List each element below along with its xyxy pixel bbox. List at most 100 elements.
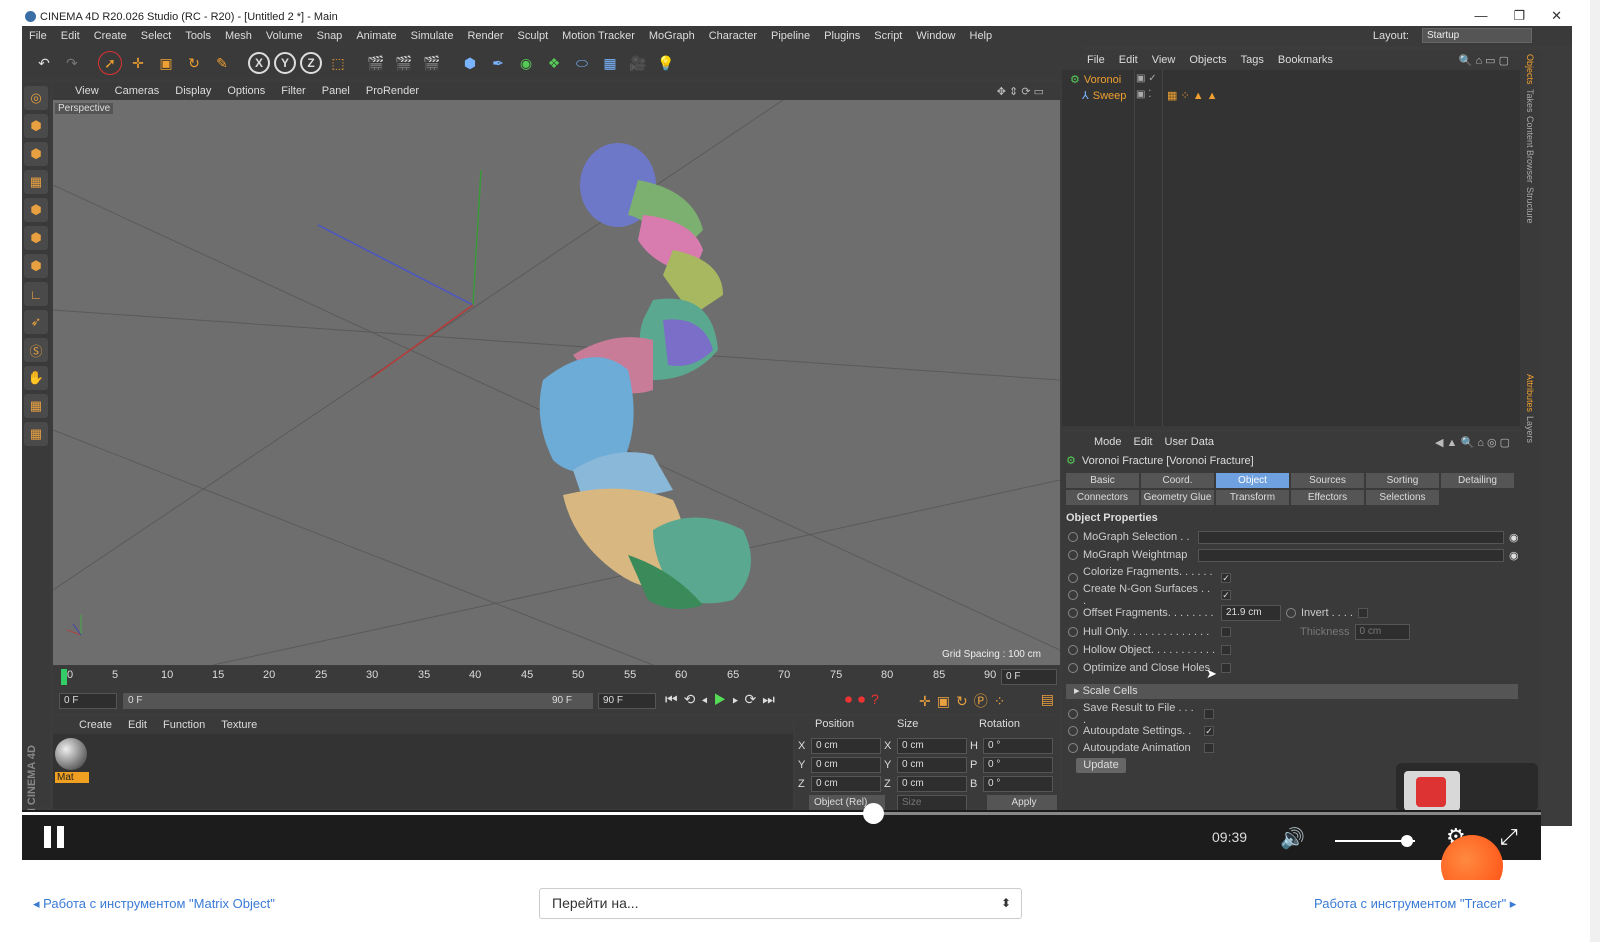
- vp-menu-options[interactable]: Options: [219, 85, 273, 97]
- animate-radio[interactable]: [1068, 627, 1078, 637]
- menu-edit[interactable]: Edit: [54, 30, 87, 42]
- end-frame-field[interactable]: 90 F: [598, 693, 656, 709]
- minimize-button[interactable]: —: [1474, 8, 1487, 24]
- obj-menu-view[interactable]: View: [1145, 54, 1183, 66]
- viewport-3d[interactable]: [53, 100, 1060, 665]
- workplane-icon[interactable]: ▦: [24, 170, 48, 194]
- x-axis-lock-icon[interactable]: X: [248, 52, 270, 74]
- record-icon[interactable]: ⏺: [845, 691, 858, 707]
- rotation-b-field[interactable]: 0 °: [983, 775, 1053, 792]
- edges-mode-icon[interactable]: ⬢: [24, 226, 48, 250]
- prev-frame-icon[interactable]: ◂: [701, 691, 713, 707]
- rotate-tool-icon[interactable]: ↻: [182, 51, 206, 75]
- coordinate-system-icon[interactable]: ⬚: [326, 51, 350, 75]
- key-scale-icon[interactable]: ▣: [937, 693, 956, 709]
- mat-menu-function[interactable]: Function: [155, 719, 213, 731]
- mat-menu-create[interactable]: Create: [71, 719, 120, 731]
- redo-icon[interactable]: ↷: [60, 51, 84, 75]
- z-axis-lock-icon[interactable]: Z: [300, 52, 322, 74]
- menu-character[interactable]: Character: [702, 30, 764, 42]
- obj-menu-objects[interactable]: Objects: [1182, 54, 1233, 66]
- restore-button[interactable]: ❐: [1513, 8, 1525, 24]
- vp-menu-prorender[interactable]: ProRender: [358, 85, 427, 97]
- mat-menu-edit[interactable]: Edit: [120, 719, 155, 731]
- animate-radio[interactable]: [1068, 573, 1078, 583]
- apply-button[interactable]: Apply: [987, 795, 1057, 811]
- link-clear-icon[interactable]: ◉: [1509, 531, 1519, 544]
- vp-menu-panel[interactable]: Panel: [314, 85, 358, 97]
- side-tab-content-browser[interactable]: Content Browser: [1525, 116, 1535, 183]
- key-param-icon[interactable]: Ⓟ: [974, 693, 994, 709]
- object-row-sweep[interactable]: ⅄ Sweep: [1082, 89, 1126, 103]
- menu-mograph[interactable]: MoGraph: [642, 30, 702, 42]
- current-frame-field[interactable]: 0 F: [1001, 669, 1057, 685]
- autoupdate-settings-checkbox[interactable]: ✓: [1204, 726, 1214, 736]
- playhead[interactable]: [61, 669, 67, 685]
- auto-key-icon[interactable]: ⏺: [858, 691, 871, 707]
- menu-pipeline[interactable]: Pipeline: [764, 30, 817, 42]
- visibility-check-icon[interactable]: ▣ ✓: [1136, 73, 1157, 84]
- select-tool-icon[interactable]: ➚: [98, 51, 122, 75]
- loop-forward-icon[interactable]: ⟳: [745, 691, 763, 707]
- volume-icon[interactable]: 🔊: [1280, 826, 1305, 851]
- fullscreen-icon[interactable]: ⤢: [1500, 824, 1518, 850]
- attr-nav-icons[interactable]: ◀ ▲ 🔍 ⌂ ◎ ▢: [1429, 436, 1516, 449]
- menu-volume[interactable]: Volume: [259, 30, 310, 42]
- start-frame-field[interactable]: 0 F: [59, 693, 117, 709]
- side-tab-attributes[interactable]: Attributes: [1525, 374, 1535, 412]
- viewport-nav-icons[interactable]: ✥ ⇕ ⟳ ▭: [989, 85, 1052, 98]
- prev-lesson-link[interactable]: ◂ Работа с инструментом "Matrix Object": [33, 896, 275, 912]
- animate-radio[interactable]: [1068, 645, 1078, 655]
- mograph-weightmap-field[interactable]: [1198, 548, 1504, 562]
- menu-plugins[interactable]: Plugins: [817, 30, 867, 42]
- attr-menu-edit[interactable]: Edit: [1128, 436, 1159, 448]
- render-settings-icon[interactable]: 🎬: [420, 51, 444, 75]
- menu-mesh[interactable]: Mesh: [218, 30, 259, 42]
- visibility-dots-icon[interactable]: ▣ ⁚: [1136, 89, 1151, 100]
- undo-icon[interactable]: ↶: [32, 51, 56, 75]
- camera-icon[interactable]: 🎥: [626, 51, 650, 75]
- position-x-field[interactable]: 0 cm: [811, 737, 881, 754]
- menu-tools[interactable]: Tools: [178, 30, 218, 42]
- obj-menu-tags[interactable]: Tags: [1234, 54, 1271, 66]
- next-lesson-link[interactable]: Работа с инструментом "Tracer" ▸: [1314, 896, 1516, 912]
- key-pla-icon[interactable]: ⁘: [994, 693, 1012, 709]
- menu-simulate[interactable]: Simulate: [404, 30, 461, 42]
- tab-transform[interactable]: Transform: [1216, 490, 1289, 505]
- tab-basic[interactable]: Basic: [1066, 473, 1139, 488]
- rotation-h-field[interactable]: 0 °: [983, 737, 1053, 754]
- colorize-fragments-checkbox[interactable]: ✓: [1221, 573, 1231, 583]
- volume-knob[interactable]: [1401, 835, 1413, 847]
- tab-geometry-glue[interactable]: Geometry Glue: [1141, 490, 1214, 505]
- optimize-holes-checkbox[interactable]: [1221, 663, 1231, 673]
- snap-icon[interactable]: Ⓢ: [24, 338, 48, 362]
- page-scrollbar[interactable]: [1590, 0, 1600, 942]
- timeline-toggle-icon[interactable]: ▤: [1041, 691, 1054, 708]
- obj-menu-file[interactable]: File: [1080, 54, 1112, 66]
- array-icon[interactable]: ❖: [542, 51, 566, 75]
- goto-lesson-select[interactable]: Перейти на... ⬍: [539, 888, 1022, 919]
- thickness-field[interactable]: 0 cm: [1354, 624, 1410, 640]
- texture-mode-icon[interactable]: ⬢: [24, 142, 48, 166]
- material-item[interactable]: Mat: [55, 738, 89, 786]
- size-z-field[interactable]: 0 cm: [897, 775, 967, 792]
- hollow-object-checkbox[interactable]: [1221, 645, 1231, 655]
- vp-menu-cameras[interactable]: Cameras: [107, 85, 168, 97]
- layout-dropdown[interactable]: Startup: [1422, 28, 1532, 43]
- make-editable-icon[interactable]: ◎: [24, 86, 48, 110]
- menu-script[interactable]: Script: [867, 30, 909, 42]
- animate-radio[interactable]: [1068, 532, 1078, 542]
- axis-mode-icon[interactable]: ∟: [24, 282, 48, 306]
- tab-sources[interactable]: Sources: [1291, 473, 1364, 488]
- points-mode-icon[interactable]: ⬢: [24, 198, 48, 222]
- range-slider[interactable]: 0 F 90 F: [123, 693, 593, 709]
- brush-icon[interactable]: ✋: [24, 366, 48, 390]
- rotation-p-field[interactable]: 0 °: [983, 756, 1053, 773]
- polygons-mode-icon[interactable]: ⬢: [24, 254, 48, 278]
- tag-icons[interactable]: ▦ ⁘ ▲ ▲: [1167, 89, 1218, 102]
- hull-only-checkbox[interactable]: [1221, 627, 1231, 637]
- side-tab-layers[interactable]: Layers: [1525, 416, 1535, 443]
- deformer-icon[interactable]: ⬭: [570, 51, 594, 75]
- animate-radio[interactable]: [1068, 726, 1078, 736]
- mat-menu-texture[interactable]: Texture: [213, 719, 265, 731]
